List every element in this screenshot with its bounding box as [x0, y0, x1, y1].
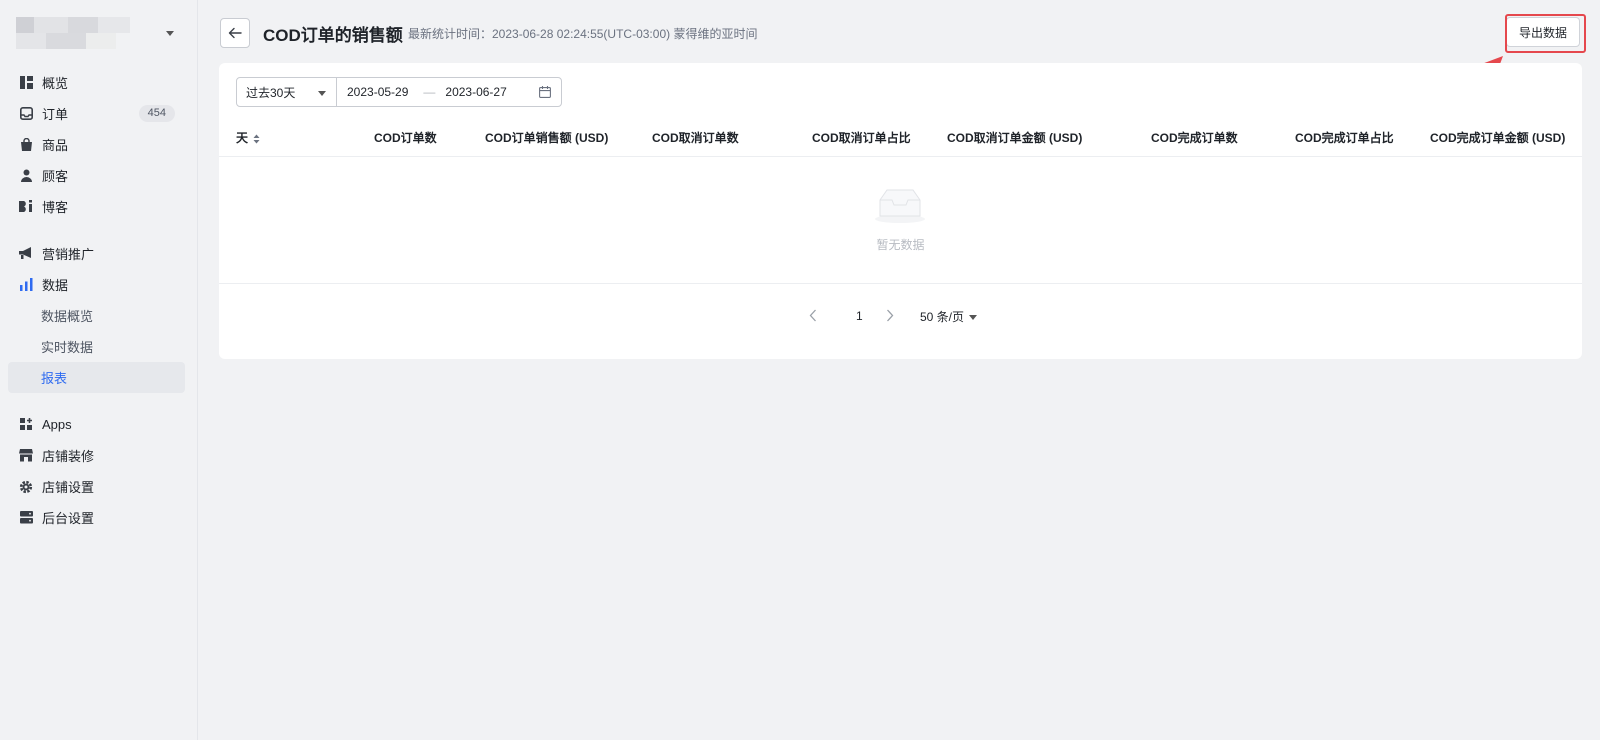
- store-icon: [19, 449, 33, 463]
- bar-chart-icon: [19, 278, 33, 292]
- empty-state: 暂无数据: [219, 158, 1582, 284]
- sidebar-item-label: 商品: [42, 138, 69, 153]
- date-range-preset-value: 过去30天: [246, 85, 296, 100]
- sidebar-item-store-design[interactable]: 店铺装修: [8, 440, 185, 471]
- sidebar-item-label: 博客: [42, 200, 69, 215]
- sidebar-item-label: 实时数据: [41, 340, 94, 355]
- sidebar-item-label: 店铺装修: [42, 449, 95, 464]
- sidebar-item-label: Apps: [42, 417, 72, 432]
- store-switcher[interactable]: [16, 14, 184, 52]
- dashboard-icon: [19, 76, 33, 90]
- sidebar-item-orders[interactable]: 订单 454: [8, 98, 185, 129]
- sidebar-item-products[interactable]: 商品: [8, 129, 185, 160]
- sidebar-item-admin-settings[interactable]: 后台设置: [8, 502, 185, 533]
- sort-icon: [253, 134, 260, 144]
- server-icon: [19, 511, 33, 525]
- user-icon: [19, 169, 33, 183]
- date-separator: —: [423, 85, 436, 99]
- pagination: 1 50 条/页: [219, 305, 1582, 329]
- apps-icon: [19, 418, 33, 432]
- sidebar: 概览 订单 454 商品 顾客 博客 营销推广 数据 数据概览 实时数据 报表 …: [0, 0, 198, 740]
- sidebar-nav: 概览 订单 454 商品 顾客 博客 营销推广 数据 数据概览 实时数据 报表 …: [8, 67, 185, 533]
- sidebar-item-label: 营销推广: [42, 247, 95, 262]
- blog-icon: [19, 200, 33, 214]
- column-header-cod-completed-orders: COD完成订单数: [1151, 131, 1238, 145]
- gear-icon: [19, 480, 33, 494]
- column-header-cod-completed-ratio: COD完成订单占比: [1295, 131, 1394, 145]
- start-date-input[interactable]: 2023-05-29: [347, 85, 408, 99]
- sidebar-item-label: 数据概览: [41, 309, 94, 324]
- column-header-label: 天: [236, 131, 249, 145]
- sidebar-item-overview[interactable]: 概览: [8, 67, 185, 98]
- megaphone-icon: [19, 247, 33, 261]
- sidebar-item-data[interactable]: 数据: [8, 269, 185, 300]
- chevron-down-icon: [318, 91, 326, 96]
- sidebar-item-data-overview[interactable]: 数据概览: [8, 300, 185, 331]
- column-header-cod-cancelled-orders: COD取消订单数: [652, 131, 739, 145]
- date-range-picker[interactable]: 2023-05-29 — 2023-06-27: [336, 77, 562, 107]
- column-header-cod-orders: COD订单数: [374, 131, 437, 145]
- arrow-left-icon: [228, 27, 242, 39]
- date-range-preset-select[interactable]: 过去30天: [236, 77, 337, 107]
- page-size-select[interactable]: 50 条/页: [920, 308, 978, 325]
- sidebar-item-label: 数据: [42, 278, 69, 293]
- sidebar-item-label: 顾客: [42, 169, 69, 184]
- report-card: 过去30天 2023-05-29 — 2023-06-27 天 COD订单数 C…: [219, 63, 1582, 359]
- column-header-cod-sales: COD订单销售额 (USD): [485, 131, 609, 145]
- page-title: COD订单的销售额: [263, 26, 403, 45]
- column-header-cod-cancelled-amount: COD取消订单金额 (USD): [947, 131, 1083, 145]
- sidebar-item-realtime-data[interactable]: 实时数据: [8, 331, 185, 362]
- sidebar-item-marketing[interactable]: 营销推广: [8, 238, 185, 269]
- chevron-right-icon[interactable]: [886, 309, 894, 322]
- store-logo: [16, 15, 131, 51]
- orders-count-badge: 454: [138, 105, 175, 122]
- last-stat-time: 最新统计时间：2023-06-28 02:24:55(UTC-03:00) 蒙得…: [408, 27, 758, 41]
- inbox-icon: [19, 107, 33, 121]
- sidebar-item-label: 后台设置: [42, 511, 95, 526]
- end-date-input[interactable]: 2023-06-27: [445, 85, 506, 99]
- sidebar-item-blog[interactable]: 博客: [8, 191, 185, 222]
- sidebar-item-apps[interactable]: Apps: [8, 409, 185, 440]
- sidebar-item-customers[interactable]: 顾客: [8, 160, 185, 191]
- current-page[interactable]: 1: [856, 309, 863, 323]
- table-header: 天 COD订单数 COD订单销售额 (USD) COD取消订单数 COD取消订单…: [219, 117, 1582, 157]
- chevron-left-icon[interactable]: [809, 309, 817, 322]
- bag-icon: [19, 138, 33, 152]
- back-button[interactable]: [220, 18, 250, 48]
- sidebar-item-label: 概览: [42, 76, 69, 91]
- sidebar-item-label: 店铺设置: [42, 480, 95, 495]
- calendar-icon: [539, 86, 551, 98]
- sidebar-item-label: 报表: [41, 371, 68, 386]
- sidebar-item-reports[interactable]: 报表: [8, 362, 185, 393]
- page-size-value: 50 条/页: [920, 310, 965, 324]
- chevron-down-icon: [166, 30, 174, 36]
- column-header-cod-completed-amount: COD完成订单金额 (USD): [1430, 131, 1566, 145]
- chevron-down-icon: [969, 315, 978, 321]
- sidebar-item-label: 订单: [42, 107, 69, 122]
- empty-state-text: 暂无数据: [876, 238, 925, 252]
- sidebar-item-store-settings[interactable]: 店铺设置: [8, 471, 185, 502]
- column-header-cod-cancelled-ratio: COD取消订单占比: [812, 131, 911, 145]
- empty-inbox-icon: [875, 189, 925, 223]
- export-highlight-box: [1505, 14, 1586, 53]
- column-header-day[interactable]: 天: [236, 129, 260, 146]
